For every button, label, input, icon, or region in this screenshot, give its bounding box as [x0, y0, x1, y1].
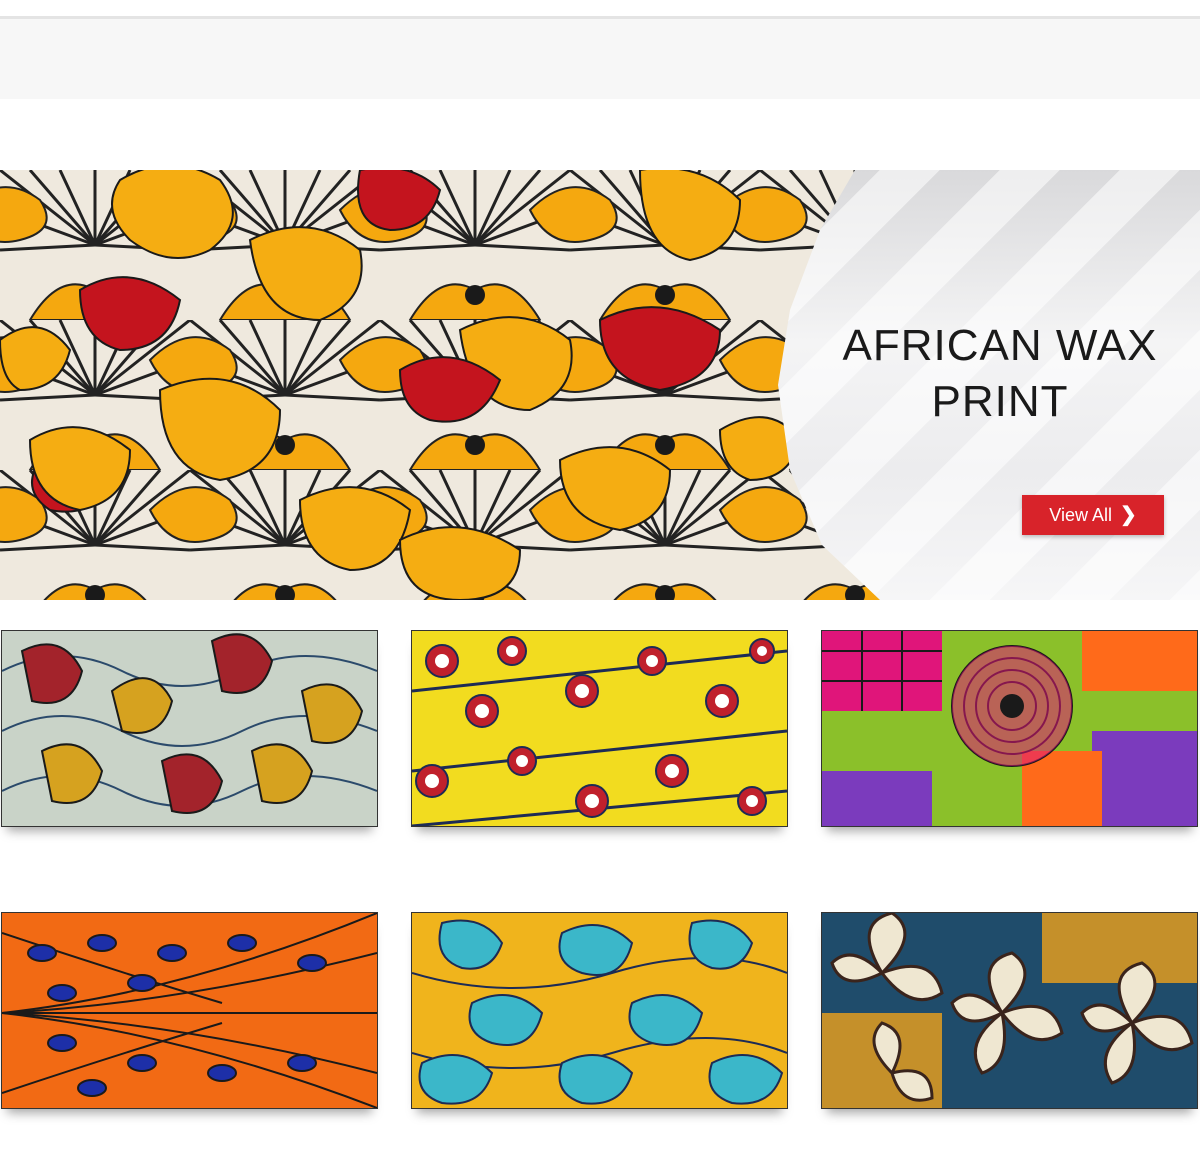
- hero-banner[interactable]: AFRICAN WAX PRINT View All ❯: [0, 170, 1200, 600]
- product-tile-cream-petals[interactable]: [821, 912, 1198, 1109]
- product-tile-blue-coral[interactable]: [411, 912, 788, 1109]
- product-tile-flower-rings[interactable]: [411, 630, 788, 827]
- product-tile-patchwork[interactable]: [821, 630, 1198, 827]
- product-tile-paisley[interactable]: [1, 630, 378, 827]
- product-tile-peacock[interactable]: [1, 912, 378, 1109]
- banner-fabric-image: [0, 170, 880, 600]
- view-all-button[interactable]: View All ❯: [1022, 495, 1164, 535]
- chevron-right-icon: ❯: [1119, 504, 1137, 526]
- header-bar: [0, 19, 1200, 99]
- view-all-label: View All: [1049, 504, 1112, 525]
- banner-title: AFRICAN WAX PRINT: [842, 321, 1158, 426]
